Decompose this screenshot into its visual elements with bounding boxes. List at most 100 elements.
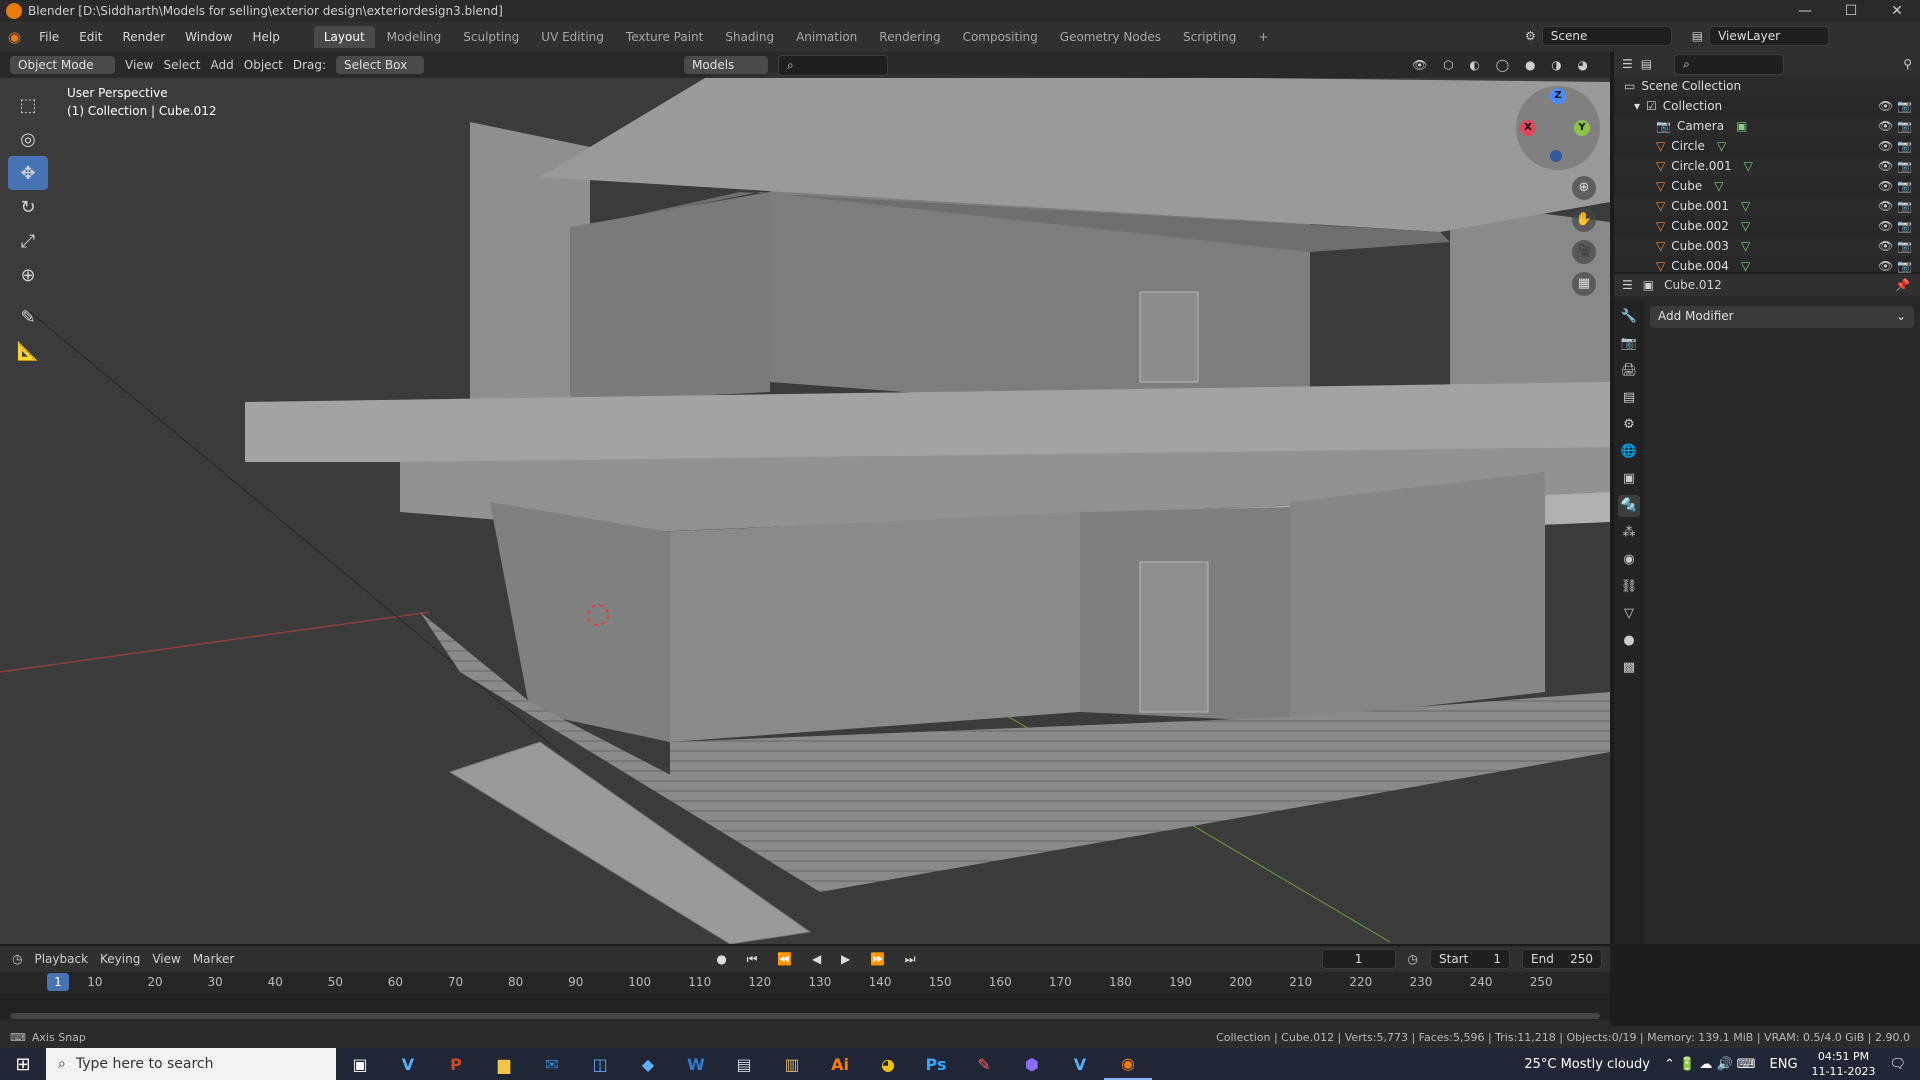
zoom-icon[interactable]: ⊕ — [1572, 176, 1596, 200]
mesh-data-icon[interactable]: ▽ — [1741, 219, 1750, 233]
pan-hand-icon[interactable]: ✋ — [1572, 208, 1596, 232]
camera-data-icon[interactable]: ▣ — [1736, 119, 1747, 133]
add-modifier-dropdown[interactable]: Add Modifier ⌄ — [1650, 306, 1914, 328]
material-tab-icon[interactable]: ● — [1618, 630, 1640, 652]
outlook-icon[interactable]: ✉ — [528, 1048, 576, 1080]
filter-icon[interactable]: ⚲ — [1903, 57, 1912, 71]
photoshop-icon[interactable]: Ps — [912, 1048, 960, 1080]
tab-shading[interactable]: Shading — [715, 26, 784, 48]
add-workspace-button[interactable]: + — [1248, 26, 1278, 48]
visibility-toggles[interactable]: 👁 📷 — [1878, 119, 1912, 133]
outliner-item[interactable]: ▽ Cube.002 ▽ 👁 📷 — [1614, 216, 1920, 236]
tab-texture-paint[interactable]: Texture Paint — [616, 26, 713, 48]
folder-app-icon[interactable]: ▥ — [768, 1048, 816, 1080]
scene-collection-row[interactable]: ▭ Scene Collection — [1614, 76, 1920, 96]
outliner-item[interactable]: 📷 Camera ▣ 👁 📷 — [1614, 116, 1920, 136]
mesh-data-icon[interactable]: ▽ — [1717, 139, 1726, 153]
tab-animation[interactable]: Animation — [786, 26, 867, 48]
tab-sculpting[interactable]: Sculpting — [453, 26, 529, 48]
file-explorer-icon[interactable]: ▆ — [480, 1048, 528, 1080]
menu-window[interactable]: Window — [175, 30, 242, 44]
select-box-tool[interactable]: ⬚ — [8, 88, 48, 122]
tab-compositing[interactable]: Compositing — [953, 26, 1048, 48]
start-frame-field[interactable]: Start 1 — [1430, 949, 1510, 969]
paint-app-icon[interactable]: ✎ — [960, 1048, 1008, 1080]
object-tab-icon[interactable]: ▣ — [1618, 468, 1640, 490]
tab-modeling[interactable]: Modeling — [377, 26, 452, 48]
menu-view[interactable]: View — [152, 952, 180, 966]
mesh-data-icon[interactable]: ▽ — [1744, 159, 1753, 173]
visibility-toggles[interactable]: 👁 📷 — [1878, 219, 1912, 233]
taskbar-search-box[interactable]: ⌕ Type here to search — [46, 1048, 336, 1080]
chrome-icon[interactable]: ◕ — [864, 1048, 912, 1080]
vectr-app-icon[interactable]: V — [384, 1048, 432, 1080]
editor-type-icon[interactable]: ☰ — [1622, 278, 1633, 292]
tab-uv-editing[interactable]: UV Editing — [531, 26, 614, 48]
preview-range-icon[interactable]: ◷ — [1408, 952, 1418, 966]
physics-tab-icon[interactable]: ◉ — [1618, 549, 1640, 571]
visibility-toggles[interactable]: 👁 📷 — [1878, 259, 1912, 273]
outliner-item[interactable]: ▽ Cube ▽ 👁 📷 — [1614, 176, 1920, 196]
gizmo-z-icon[interactable]: Z — [1550, 88, 1566, 104]
menu-render[interactable]: Render — [112, 30, 175, 44]
tab-scripting[interactable]: Scripting — [1173, 26, 1246, 48]
transform-tool[interactable]: ⊕ — [8, 258, 48, 292]
windows-start-icon[interactable]: ⊞ — [0, 1048, 46, 1080]
outliner-item[interactable]: ▽ Cube.001 ▽ 👁 📷 — [1614, 196, 1920, 216]
data-tab-icon[interactable]: ▽ — [1618, 603, 1640, 625]
gizmo-y-icon[interactable]: Y — [1574, 120, 1590, 136]
task-view-icon[interactable]: ▣ — [336, 1048, 384, 1080]
visibility-toggles[interactable]: 👁 📷 — [1878, 239, 1912, 253]
notifications-icon[interactable]: 🗨 — [1889, 1057, 1906, 1072]
output-tab-icon[interactable]: 🖨 — [1618, 360, 1640, 382]
mesh-data-icon[interactable]: ▽ — [1714, 179, 1723, 193]
menu-object[interactable]: Object — [244, 58, 283, 72]
menu-help[interactable]: Help — [243, 30, 290, 44]
gizmo-neg-z-icon[interactable] — [1550, 150, 1562, 162]
visibility-toggles[interactable]: 👁 📷 — [1878, 199, 1912, 213]
display-mode-icon[interactable]: ▤ — [1641, 57, 1652, 71]
viewport-search-field[interactable]: ⌕ — [778, 54, 889, 76]
expand-icon[interactable]: ▾ — [1634, 99, 1640, 113]
scene-tab-icon[interactable]: ⚙ — [1618, 414, 1640, 436]
view-layer-field[interactable]: ViewLayer — [1709, 26, 1830, 46]
mesh-data-icon[interactable]: ▽ — [1741, 259, 1750, 273]
powerpoint-icon[interactable]: P — [432, 1048, 480, 1080]
tab-layout[interactable]: Layout — [313, 26, 375, 48]
measure-tool[interactable]: 📐 — [8, 334, 48, 368]
store-icon[interactable]: ◫ — [576, 1048, 624, 1080]
mode-dropdown[interactable]: Object Mode — [10, 56, 115, 74]
drag-select-dropdown[interactable]: Select Box — [336, 56, 425, 74]
end-frame-field[interactable]: End 250 — [1522, 949, 1602, 969]
menu-select[interactable]: Select — [163, 58, 200, 72]
render-tab-icon[interactable]: 📷 — [1618, 333, 1640, 355]
visibility-toggles[interactable]: 👁 📷 — [1878, 159, 1912, 173]
playhead[interactable]: 1 — [47, 973, 69, 991]
collection-row[interactable]: ▾ ☑ Collection 👁 📷 — [1614, 96, 1920, 116]
outliner-item[interactable]: ▽ Cube.004 ▽ 👁 📷 — [1614, 256, 1920, 276]
outliner-item[interactable]: ▽ Cube.003 ▽ 👁 📷 — [1614, 236, 1920, 256]
move-tool[interactable]: ✥ — [8, 156, 48, 190]
constraints-tab-icon[interactable]: ⛓ — [1618, 576, 1640, 598]
blender-menu-icon[interactable]: ◉ — [8, 28, 21, 46]
vectr-app-2-icon[interactable]: V — [1056, 1048, 1104, 1080]
view-layer-tab-icon[interactable]: ▤ — [1618, 387, 1640, 409]
visibility-toggles[interactable]: 👁 📷 — [1878, 179, 1912, 193]
creative-app-icon[interactable]: ⬢ — [1008, 1048, 1056, 1080]
current-frame-field[interactable]: 1 — [1321, 949, 1396, 969]
blender-taskbar-icon[interactable]: ◉ — [1104, 1048, 1152, 1080]
app-icon[interactable]: ◆ — [624, 1048, 672, 1080]
menu-marker[interactable]: Marker — [193, 952, 234, 966]
annotate-tool[interactable]: ✎ — [8, 300, 48, 334]
collection-filter-dropdown[interactable]: Models — [684, 56, 769, 74]
close-button[interactable]: ✕ — [1874, 3, 1920, 19]
gizmo-x-icon[interactable]: X — [1520, 120, 1536, 136]
checkbox-icon[interactable]: ☑ — [1646, 99, 1657, 113]
particles-tab-icon[interactable]: ⁂ — [1618, 522, 1640, 544]
language-indicator[interactable]: ENG — [1770, 1057, 1798, 1072]
playback-controls[interactable]: ● ⏮ ⏪ ◀ ▶ ⏩ ⏭ — [716, 952, 923, 967]
maximize-button[interactable]: ☐ — [1828, 3, 1874, 19]
visibility-toggles[interactable]: 👁 📷 — [1878, 99, 1912, 113]
cursor-tool[interactable]: ◎ — [8, 122, 48, 156]
timeline-scrollbar[interactable] — [10, 1013, 1600, 1019]
